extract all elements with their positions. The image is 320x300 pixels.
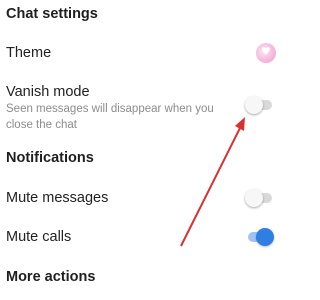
chat-settings-screen: Chat settings Theme ♥ Vanish mode Seen m… [0,0,285,300]
annotation-arrow [180,117,245,247]
arrow-shaft [180,123,243,247]
